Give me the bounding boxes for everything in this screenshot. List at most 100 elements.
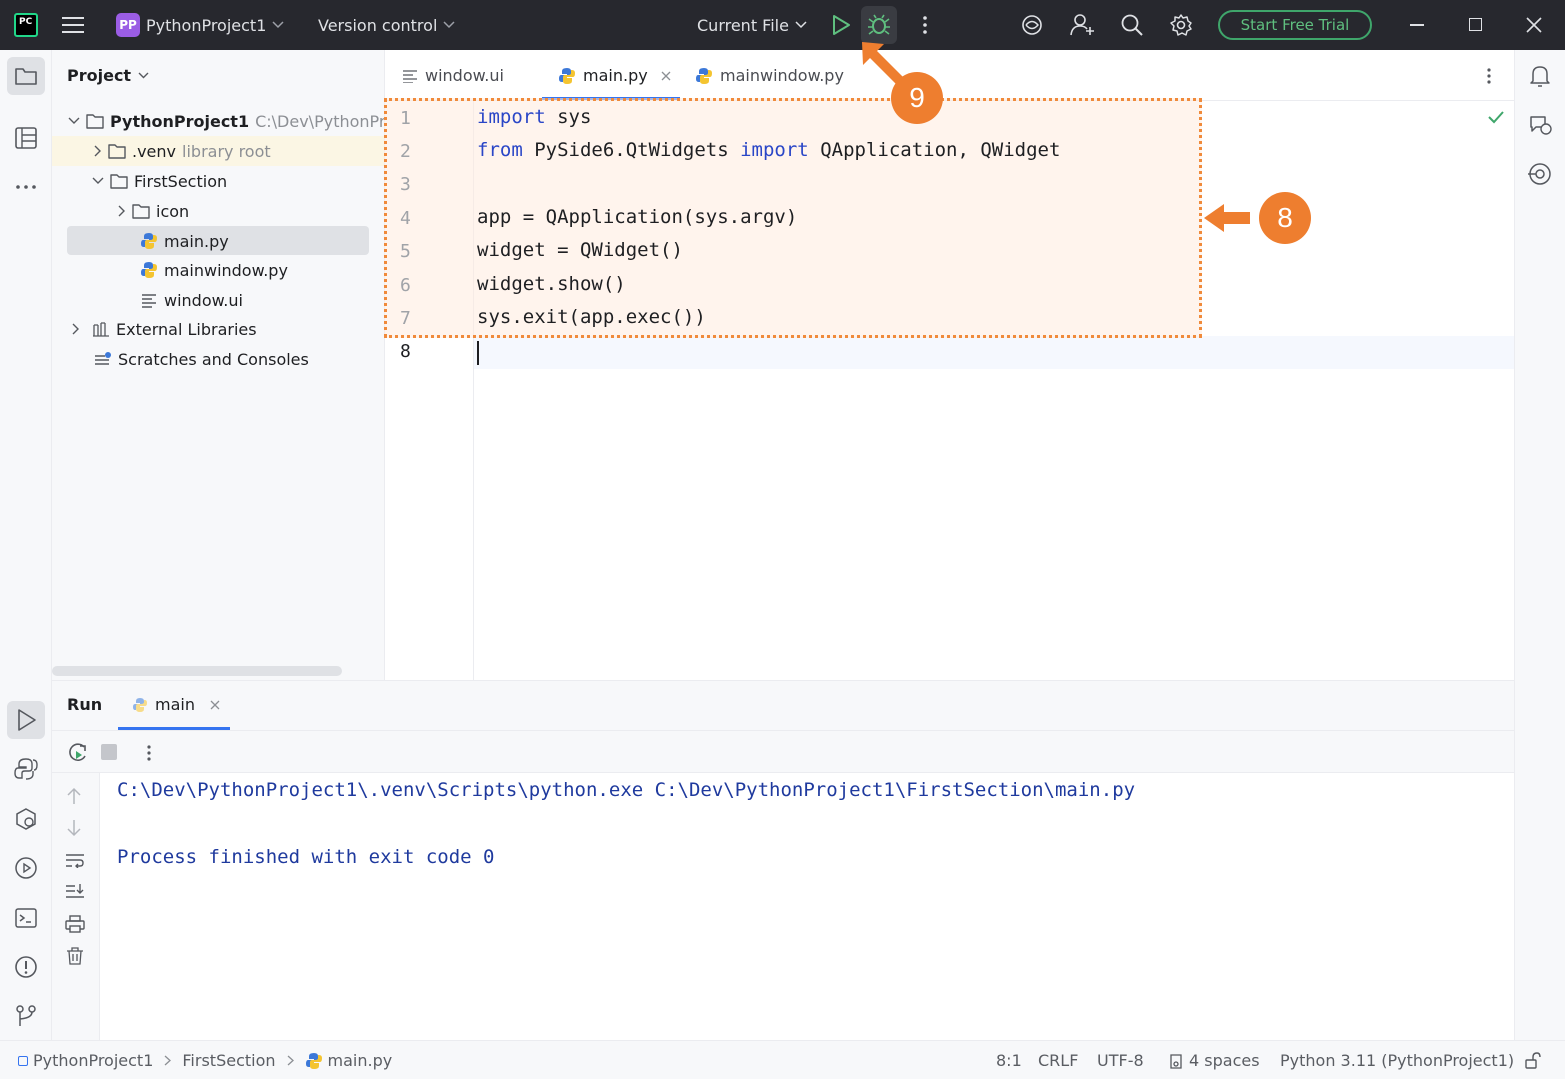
run-config-selector[interactable]: Current File: [697, 0, 807, 50]
indent-label: 4 spaces: [1189, 1051, 1260, 1070]
code-line-7[interactable]: sys.exit(app.exec()): [477, 306, 706, 328]
line-number: 7: [400, 308, 411, 329]
tree-hint: C:\Dev\PythonProj: [255, 111, 385, 131]
project-badge: PP: [116, 13, 140, 37]
python-packages-icon[interactable]: [14, 757, 38, 781]
text-cursor: [477, 341, 479, 365]
print-icon[interactable]: [65, 915, 85, 933]
maximize-icon[interactable]: [1469, 18, 1482, 31]
debug-tool-icon[interactable]: [14, 856, 38, 880]
notifications-bell-icon[interactable]: [1528, 63, 1552, 89]
code-line-5[interactable]: widget = QWidget(): [477, 239, 683, 261]
tab-window-ui[interactable]: window.ui: [402, 50, 504, 101]
chevron-right-icon: [164, 1055, 172, 1066]
rerun-icon[interactable]: [67, 742, 89, 764]
lock-icon[interactable]: [1524, 1041, 1542, 1079]
run-tab-main[interactable]: main: [132, 695, 220, 714]
start-free-trial-button[interactable]: Start Free Trial: [1218, 10, 1372, 40]
file-encoding[interactable]: UTF-8: [1097, 1041, 1144, 1079]
stop-icon[interactable]: [101, 744, 117, 760]
tree-item-external-libraries[interactable]: External Libraries: [72, 314, 257, 344]
tab-label: main.py: [583, 66, 648, 85]
run-panel-header: Run main: [52, 681, 1514, 731]
library-icon: [93, 322, 109, 337]
close-icon[interactable]: [1526, 17, 1542, 33]
problems-icon[interactable]: [14, 955, 38, 979]
terminal-icon[interactable]: [14, 906, 38, 930]
soft-wrap-icon[interactable]: [65, 852, 85, 868]
run-side-toolbar: [52, 773, 100, 1040]
cursor-position[interactable]: 8:1: [996, 1041, 1022, 1079]
git-icon[interactable]: [14, 1004, 38, 1028]
folder-icon: [86, 114, 104, 129]
tree-item-venv[interactable]: .venv library root: [94, 136, 271, 166]
more-actions-icon[interactable]: [922, 15, 928, 35]
run-tool-button[interactable]: [7, 701, 45, 739]
endpoints-icon[interactable]: [1528, 162, 1552, 186]
chevron-right-icon: [118, 205, 125, 217]
main-menu-icon[interactable]: [62, 15, 84, 35]
add-user-icon[interactable]: [1070, 13, 1096, 37]
chevron-right-icon: [72, 323, 79, 335]
code-line-1[interactable]: import sys: [477, 106, 591, 128]
tree-item-project-root[interactable]: PythonProject1 C:\Dev\PythonProj: [68, 106, 385, 136]
tree-label: .venv: [132, 141, 177, 161]
breadcrumb-item[interactable]: PythonProject1: [33, 1051, 153, 1070]
code-line-4[interactable]: app = QApplication(sys.argv): [477, 206, 797, 228]
tree-item-firstsection[interactable]: FirstSection: [92, 166, 227, 196]
close-tab-icon[interactable]: [661, 71, 671, 81]
breadcrumb-item[interactable]: main.py: [328, 1051, 393, 1070]
breadcrumb-item[interactable]: FirstSection: [182, 1051, 275, 1070]
indent-setting[interactable]: 4 spaces: [1168, 1041, 1260, 1079]
current-line-highlight: [386, 336, 1514, 369]
structure-icon[interactable]: [14, 126, 38, 150]
settings-gear-icon[interactable]: [1169, 13, 1193, 37]
tab-main-py[interactable]: main.py: [558, 50, 671, 101]
run-panel-title: Run: [67, 695, 103, 714]
pycharm-logo-icon[interactable]: PC: [14, 13, 38, 37]
version-control-menu[interactable]: Version control: [318, 0, 455, 50]
text-file-icon: [403, 69, 417, 83]
services-icon[interactable]: [14, 807, 38, 831]
scroll-to-end-icon[interactable]: [65, 883, 85, 899]
search-icon[interactable]: [1120, 13, 1144, 37]
tree-item-main-py[interactable]: main.py: [140, 226, 229, 256]
code-line-2[interactable]: from PySide6.QtWidgets import QApplicati…: [477, 139, 1060, 161]
code-line-6[interactable]: widget.show(): [477, 273, 626, 295]
project-panel-header[interactable]: Project: [67, 66, 149, 85]
chevron-right-icon: [287, 1055, 294, 1066]
tab-mainwindow-py[interactable]: mainwindow.py: [695, 50, 844, 101]
keyword: from: [477, 139, 523, 161]
tree-item-window-ui[interactable]: window.ui: [140, 285, 243, 315]
project-tool-button[interactable]: [7, 57, 45, 95]
python-interpreter[interactable]: Python 3.11 (PythonProject1): [1280, 1041, 1514, 1079]
chevron-right-icon: [94, 145, 101, 157]
scroll-up-icon[interactable]: [66, 787, 82, 805]
scroll-down-icon[interactable]: [66, 819, 82, 837]
console-output-line: C:\Dev\PythonProject1\.venv\Scripts\pyth…: [117, 779, 1136, 801]
more-tools-icon[interactable]: [15, 184, 37, 190]
run-icon[interactable]: [831, 14, 851, 36]
line-number: 6: [400, 275, 411, 296]
more-actions-icon[interactable]: [146, 744, 152, 762]
tree-label: window.ui: [164, 290, 243, 310]
tree-item-mainwindow-py[interactable]: mainwindow.py: [140, 255, 288, 285]
ai-assistant-icon[interactable]: [1020, 13, 1044, 37]
right-tool-strip: [1514, 50, 1565, 1040]
tree-label: FirstSection: [134, 171, 228, 191]
no-problems-check-icon[interactable]: [1488, 110, 1504, 124]
trash-icon[interactable]: [66, 947, 84, 965]
line-separator[interactable]: CRLF: [1038, 1041, 1078, 1079]
line-number: 3: [400, 174, 411, 195]
tab-options-icon[interactable]: [1486, 67, 1492, 85]
debug-button[interactable]: [861, 6, 897, 44]
tab-label: window.ui: [425, 66, 504, 85]
horizontal-scrollbar[interactable]: [52, 666, 342, 676]
ai-chat-icon[interactable]: [1528, 113, 1554, 137]
minimize-icon[interactable]: [1410, 24, 1424, 26]
tree-item-icon-folder[interactable]: icon: [118, 196, 189, 226]
project-selector[interactable]: PP PythonProject1: [116, 0, 284, 50]
close-tab-icon[interactable]: [210, 700, 220, 710]
tree-item-scratches[interactable]: Scratches and Consoles: [94, 344, 309, 374]
code-text: PySide6.QtWidgets: [522, 139, 741, 161]
